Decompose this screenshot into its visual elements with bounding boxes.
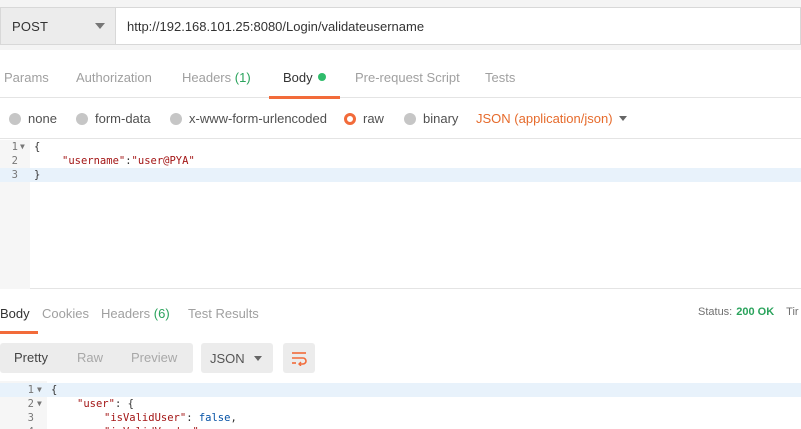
code-text: "isValidUser": false, bbox=[104, 411, 237, 425]
tab-params[interactable]: Params bbox=[4, 70, 49, 85]
json-punct: , bbox=[230, 412, 237, 424]
code-line: 1 ▼ { bbox=[0, 140, 801, 154]
json-boolean: false bbox=[198, 412, 231, 424]
json-key: "user" bbox=[77, 398, 115, 410]
code-line-active: 1 ▼ { bbox=[0, 383, 801, 397]
radio-urlencoded-label: x-www-form-urlencoded bbox=[189, 111, 327, 126]
view-preview-button[interactable]: Preview bbox=[131, 350, 177, 365]
line-number: 4 bbox=[0, 425, 34, 429]
response-tab-cookies[interactable]: Cookies bbox=[42, 306, 89, 321]
radio-circle-icon bbox=[404, 112, 416, 125]
tab-headers[interactable]: Headers (1) bbox=[182, 70, 251, 85]
radio-form-data-label: form-data bbox=[95, 111, 151, 126]
code-line: 2 ▼ "user": { bbox=[0, 397, 801, 411]
radio-checked-icon bbox=[344, 112, 356, 125]
chevron-down-icon[interactable] bbox=[619, 116, 627, 121]
radio-none-label: none bbox=[28, 111, 57, 126]
radio-form-data[interactable]: form-data bbox=[76, 111, 151, 126]
method-select[interactable]: POST bbox=[0, 7, 115, 45]
line-number: 2 bbox=[27, 398, 34, 410]
code-text: } bbox=[34, 169, 41, 181]
content-type-select[interactable]: JSON (application/json) bbox=[476, 111, 613, 126]
response-tab-body-label: Body bbox=[0, 306, 30, 321]
code-line: 4 "isValidVendor": bbox=[0, 425, 801, 429]
response-toolbar: Pretty Raw Preview JSON bbox=[0, 340, 801, 376]
json-value: "user@PYA" bbox=[131, 155, 195, 167]
radio-circle-icon bbox=[76, 112, 88, 125]
tab-headers-count: (1) bbox=[234, 70, 251, 85]
method-label: POST bbox=[12, 18, 49, 34]
code-text: "user": { bbox=[77, 397, 134, 411]
code-line: 3 "isValidUser": false, bbox=[0, 411, 801, 425]
code-line-active: 3 } bbox=[0, 168, 801, 182]
fold-arrow-icon[interactable]: ▼ bbox=[37, 397, 42, 411]
radio-circle-icon bbox=[170, 112, 182, 125]
request-tabs: Params Authorization Headers (1) Body Pr… bbox=[0, 62, 801, 99]
tab-prerequest-script[interactable]: Pre-request Script bbox=[355, 70, 460, 85]
line-number: 3 bbox=[27, 412, 34, 424]
line-number: 1 bbox=[11, 141, 18, 153]
code-text: { bbox=[34, 141, 41, 153]
radio-none[interactable]: none bbox=[9, 111, 57, 126]
line-number: 3 bbox=[11, 169, 18, 181]
tab-headers-label: Headers bbox=[182, 70, 232, 85]
code-text: "username":"user@PYA" bbox=[62, 154, 195, 168]
chevron-down-icon bbox=[95, 23, 105, 29]
response-tab-headers[interactable]: Headers (6) bbox=[101, 306, 170, 321]
status-label: Status: bbox=[698, 306, 733, 318]
request-bar: POST http://192.168.101.25:8080/Login/va… bbox=[0, 0, 801, 50]
response-tabs: Body Cookies Headers (6) Test Results St… bbox=[0, 297, 801, 334]
active-dot-icon bbox=[317, 73, 326, 81]
url-input[interactable]: http://192.168.101.25:8080/Login/validat… bbox=[115, 7, 801, 45]
fold-arrow-icon[interactable]: ▼ bbox=[20, 140, 25, 154]
time-label: Tir bbox=[786, 306, 799, 318]
code-text: { bbox=[51, 384, 58, 396]
status-value: 200 OK bbox=[736, 306, 775, 318]
radio-circle-icon bbox=[9, 112, 21, 125]
tab-tests[interactable]: Tests bbox=[485, 70, 515, 85]
json-key: "isValidUser" bbox=[104, 412, 187, 424]
response-tab-headers-count: (6) bbox=[153, 306, 170, 321]
response-tab-headers-label: Headers bbox=[101, 306, 151, 321]
tab-body[interactable]: Body bbox=[269, 70, 340, 99]
radio-binary[interactable]: binary bbox=[404, 111, 458, 126]
line-number: 2 bbox=[11, 155, 18, 167]
view-mode-segmented: Pretty Raw Preview bbox=[0, 343, 193, 373]
wrap-lines-button[interactable] bbox=[283, 343, 315, 373]
radio-raw[interactable]: raw bbox=[344, 111, 384, 126]
active-tab-underline bbox=[0, 331, 38, 334]
view-raw-button[interactable]: Raw bbox=[77, 350, 103, 365]
radio-urlencoded[interactable]: x-www-form-urlencoded bbox=[170, 111, 327, 126]
response-body-viewer[interactable]: 1 ▼ { 2 ▼ "user": { 3 "isValidUser": fal… bbox=[0, 381, 801, 429]
code-line: 2 "username":"user@PYA" bbox=[0, 154, 801, 168]
line-number: 1 bbox=[27, 384, 34, 396]
fold-arrow-icon[interactable]: ▼ bbox=[37, 383, 42, 397]
response-status: Status: 200 OK Tir bbox=[698, 306, 799, 318]
radio-raw-label: raw bbox=[363, 111, 384, 126]
view-pretty-button[interactable]: Pretty bbox=[14, 350, 48, 365]
response-tab-test-results[interactable]: Test Results bbox=[188, 306, 259, 321]
body-type-selector: none form-data x-www-form-urlencoded raw… bbox=[0, 99, 801, 139]
json-punct: : { bbox=[114, 398, 134, 410]
code-text: "isValidVendor": bbox=[104, 425, 211, 429]
tab-body-label: Body bbox=[283, 70, 313, 85]
response-format-label: JSON bbox=[210, 350, 245, 366]
tab-authorization[interactable]: Authorization bbox=[76, 70, 152, 85]
json-key: "username" bbox=[62, 155, 126, 167]
wrap-lines-icon bbox=[292, 352, 307, 366]
radio-binary-label: binary bbox=[423, 111, 459, 126]
response-tab-body[interactable]: Body bbox=[0, 306, 38, 334]
json-punct: : bbox=[186, 412, 199, 424]
response-format-select[interactable]: JSON bbox=[201, 343, 273, 373]
chevron-down-icon bbox=[254, 356, 262, 361]
request-body-editor[interactable]: 1 ▼ { 2 "username":"user@PYA" 3 } bbox=[0, 140, 801, 289]
